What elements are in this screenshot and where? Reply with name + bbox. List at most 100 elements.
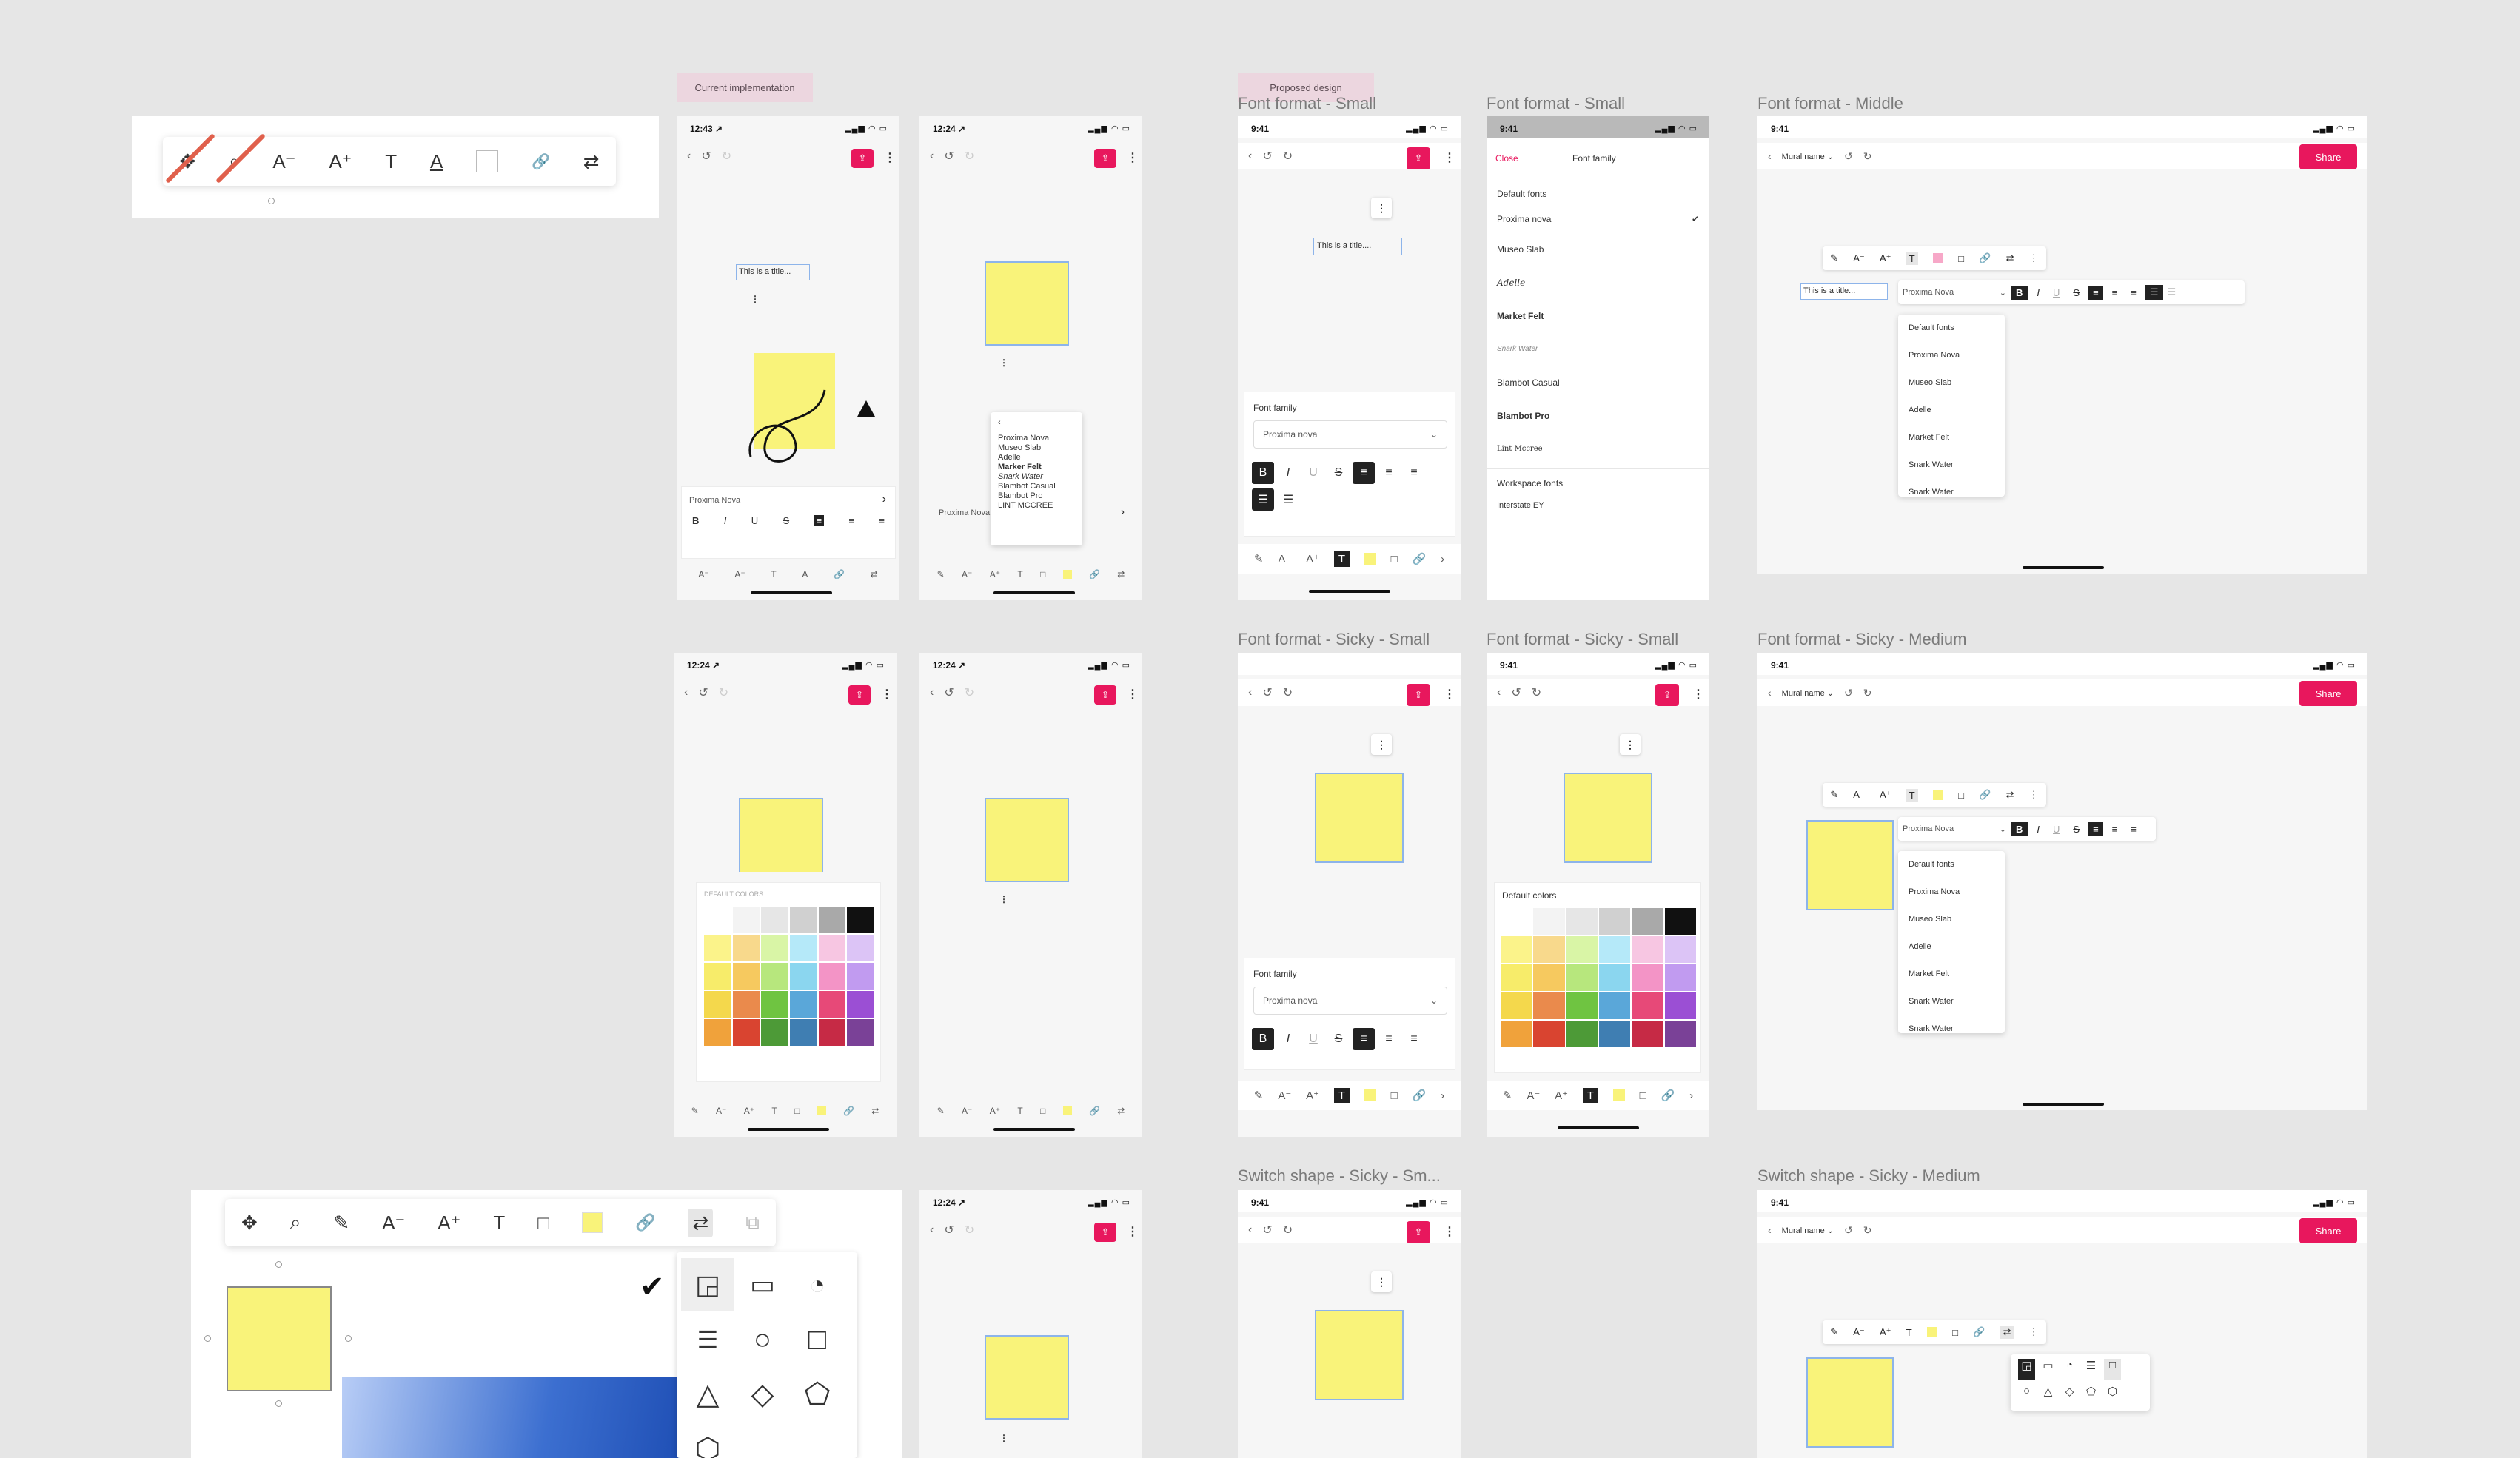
pencil-icon[interactable]: ✎ bbox=[937, 569, 945, 579]
font-item[interactable]: Proxima Nova bbox=[1898, 341, 2005, 369]
align-right-button[interactable]: ≡ bbox=[2126, 824, 2141, 835]
link-icon[interactable]: 🔗 bbox=[834, 569, 845, 579]
swap-shape-icon[interactable]: ⇄ bbox=[1117, 1106, 1125, 1116]
redo-icon[interactable]: ↻ bbox=[1283, 149, 1293, 164]
underline-button[interactable]: U bbox=[2048, 824, 2064, 835]
color-swatch[interactable] bbox=[817, 1106, 826, 1115]
italic-button[interactable]: I bbox=[724, 515, 727, 526]
grow-font-icon[interactable]: A⁺ bbox=[990, 569, 1000, 579]
align-left-button[interactable]: ≡ bbox=[2088, 822, 2103, 836]
sticky-note[interactable] bbox=[739, 798, 823, 872]
more-icon[interactable]: ⋮ bbox=[751, 294, 760, 304]
more-icon[interactable]: ⋮ bbox=[1444, 1224, 1455, 1239]
color-swatch[interactable] bbox=[1062, 1106, 1072, 1115]
chevron-right-icon[interactable]: › bbox=[1689, 1089, 1693, 1102]
align-right-button[interactable]: ≡ bbox=[2126, 287, 2141, 298]
back-icon[interactable]: ‹ bbox=[930, 150, 934, 163]
color-swatch[interactable] bbox=[1533, 908, 1565, 935]
undo-icon[interactable]: ↺ bbox=[1262, 1223, 1272, 1237]
more-button[interactable]: ⋮ bbox=[1371, 734, 1392, 755]
undo-icon[interactable]: ↺ bbox=[701, 149, 711, 164]
color-swatch[interactable] bbox=[1566, 964, 1598, 991]
back-icon[interactable]: ‹ bbox=[1768, 687, 1772, 699]
focus-icon[interactable]: ⌕ bbox=[290, 1211, 301, 1234]
color-swatch[interactable] bbox=[1598, 1021, 1631, 1047]
shrink-font-icon[interactable]: A⁻ bbox=[962, 1106, 972, 1116]
redo-icon[interactable]: ↻ bbox=[965, 149, 974, 164]
color-swatch[interactable] bbox=[1932, 790, 1943, 800]
chevron-right-icon[interactable]: › bbox=[1441, 553, 1444, 565]
no-fill-icon[interactable] bbox=[476, 150, 499, 172]
tag-shape-option[interactable]: ▭ bbox=[736, 1258, 789, 1311]
link-icon[interactable]: 🔗 bbox=[1973, 1326, 1985, 1338]
share-upload-button[interactable]: ⇪ bbox=[1655, 684, 1679, 706]
shrink-font-icon[interactable]: A⁻ bbox=[1853, 1326, 1865, 1338]
swap-shape-icon[interactable]: ⇄ bbox=[871, 569, 878, 579]
back-icon[interactable]: ‹ bbox=[687, 150, 691, 163]
back-icon[interactable]: ‹ bbox=[998, 418, 1075, 428]
color-swatch[interactable] bbox=[1533, 992, 1565, 1019]
color-swatch[interactable] bbox=[1598, 936, 1631, 963]
shape-icon[interactable]: □ bbox=[537, 1212, 549, 1234]
redo-icon[interactable]: ↻ bbox=[965, 685, 974, 700]
color-swatch[interactable] bbox=[1533, 936, 1565, 963]
color-swatch[interactable] bbox=[704, 991, 731, 1018]
font-item[interactable]: Blambot Casual bbox=[998, 482, 1075, 491]
font-item[interactable]: Snark Water bbox=[1898, 987, 2005, 1015]
align-center-button[interactable]: ≡ bbox=[2108, 287, 2122, 298]
more-button[interactable]: ⋮ bbox=[1371, 1271, 1392, 1292]
swap-shape-icon[interactable]: ⇄ bbox=[2006, 252, 2014, 264]
square-shape-option[interactable]: □ bbox=[791, 1313, 844, 1366]
share-upload-button[interactable]: ⇪ bbox=[1094, 149, 1116, 168]
diamond-shape-option[interactable]: ◇ bbox=[2061, 1385, 2078, 1406]
color-swatch[interactable] bbox=[818, 1019, 846, 1046]
pencil-icon[interactable]: ✎ bbox=[1503, 1089, 1512, 1102]
color-swatch[interactable] bbox=[847, 963, 874, 990]
grow-font-icon[interactable]: A⁺ bbox=[734, 569, 745, 579]
redo-icon[interactable]: ↻ bbox=[1863, 150, 1872, 163]
font-item[interactable]: Blambot Pro bbox=[998, 491, 1075, 501]
back-icon[interactable]: ‹ bbox=[1248, 686, 1252, 699]
font-family-select[interactable]: Proxima Nova ⌄ bbox=[1903, 288, 2006, 298]
grow-font-icon[interactable]: A⁺ bbox=[329, 150, 352, 173]
underline-button[interactable]: U bbox=[1302, 1028, 1324, 1050]
back-icon[interactable]: ‹ bbox=[684, 686, 688, 699]
link-icon[interactable]: 🔗 bbox=[532, 152, 550, 171]
color-swatch[interactable] bbox=[1364, 553, 1376, 565]
undo-icon[interactable]: ↺ bbox=[1262, 149, 1272, 164]
back-icon[interactable]: ‹ bbox=[930, 686, 934, 699]
bold-button[interactable]: B bbox=[2011, 822, 2028, 836]
font-item[interactable]: Proxima Nova bbox=[1898, 878, 2005, 905]
color-swatch[interactable] bbox=[847, 935, 874, 961]
triangle-shape-option[interactable]: △ bbox=[681, 1368, 734, 1421]
link-icon[interactable]: 🔗 bbox=[1413, 552, 1427, 565]
link-icon[interactable]: 🔗 bbox=[843, 1106, 854, 1116]
text-shape-option[interactable]: ☰ bbox=[681, 1313, 734, 1366]
more-icon[interactable]: ⋮ bbox=[999, 357, 1008, 368]
color-swatch[interactable] bbox=[1533, 1021, 1565, 1047]
color-swatch[interactable] bbox=[1598, 908, 1631, 935]
italic-button[interactable]: I bbox=[2032, 287, 2044, 298]
shrink-font-icon[interactable]: A⁻ bbox=[716, 1106, 726, 1116]
undo-icon[interactable]: ↺ bbox=[944, 685, 954, 700]
hexagon-shape-option[interactable]: ⬡ bbox=[2104, 1385, 2121, 1406]
pencil-icon[interactable]: ✎ bbox=[1830, 252, 1838, 264]
shrink-font-icon[interactable]: A⁻ bbox=[962, 569, 972, 579]
undo-icon[interactable]: ↺ bbox=[944, 1223, 954, 1237]
align-right-button[interactable]: ≡ bbox=[1403, 462, 1425, 484]
more-icon[interactable]: ⋮ bbox=[1444, 150, 1455, 165]
color-swatch[interactable] bbox=[790, 1019, 817, 1046]
link-icon[interactable]: 🔗 bbox=[1979, 789, 1991, 801]
color-swatch[interactable] bbox=[1664, 908, 1696, 935]
more-button[interactable]: ⋮ bbox=[1620, 734, 1641, 755]
more-icon[interactable]: ⋮ bbox=[999, 1433, 1008, 1443]
text-format-icon[interactable]: T bbox=[385, 150, 397, 173]
grow-font-icon[interactable]: A⁺ bbox=[1306, 1089, 1319, 1102]
share-upload-button[interactable]: ⇪ bbox=[1407, 684, 1430, 706]
color-swatch[interactable] bbox=[732, 1019, 760, 1046]
color-swatch[interactable] bbox=[1632, 992, 1663, 1019]
text-format-icon[interactable]: T bbox=[1017, 569, 1022, 579]
font-item[interactable]: Museo Slab bbox=[1898, 905, 2005, 933]
color-swatch[interactable] bbox=[1926, 1327, 1937, 1337]
color-swatch[interactable] bbox=[818, 907, 846, 933]
